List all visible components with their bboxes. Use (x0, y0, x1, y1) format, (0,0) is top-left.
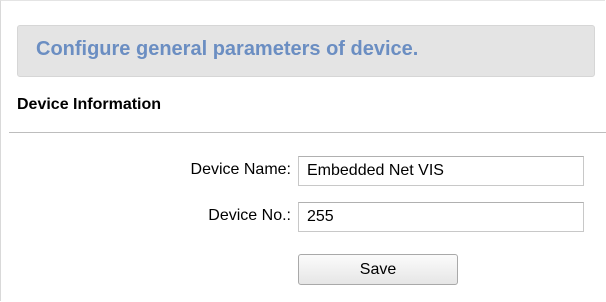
device-config-panel: Configure general parameters of device. … (0, 0, 606, 301)
page-title: Configure general parameters of device. (36, 38, 419, 60)
device-name-field[interactable] (298, 156, 584, 186)
device-no-label: Device No.: (208, 207, 291, 224)
page-header-banner: Configure general parameters of device. (17, 25, 595, 77)
device-name-label: Device Name: (190, 161, 291, 178)
save-button[interactable]: Save (298, 254, 458, 285)
section-title-device-information: Device Information (17, 96, 162, 113)
device-no-field[interactable] (298, 202, 584, 232)
section-divider (9, 132, 606, 133)
